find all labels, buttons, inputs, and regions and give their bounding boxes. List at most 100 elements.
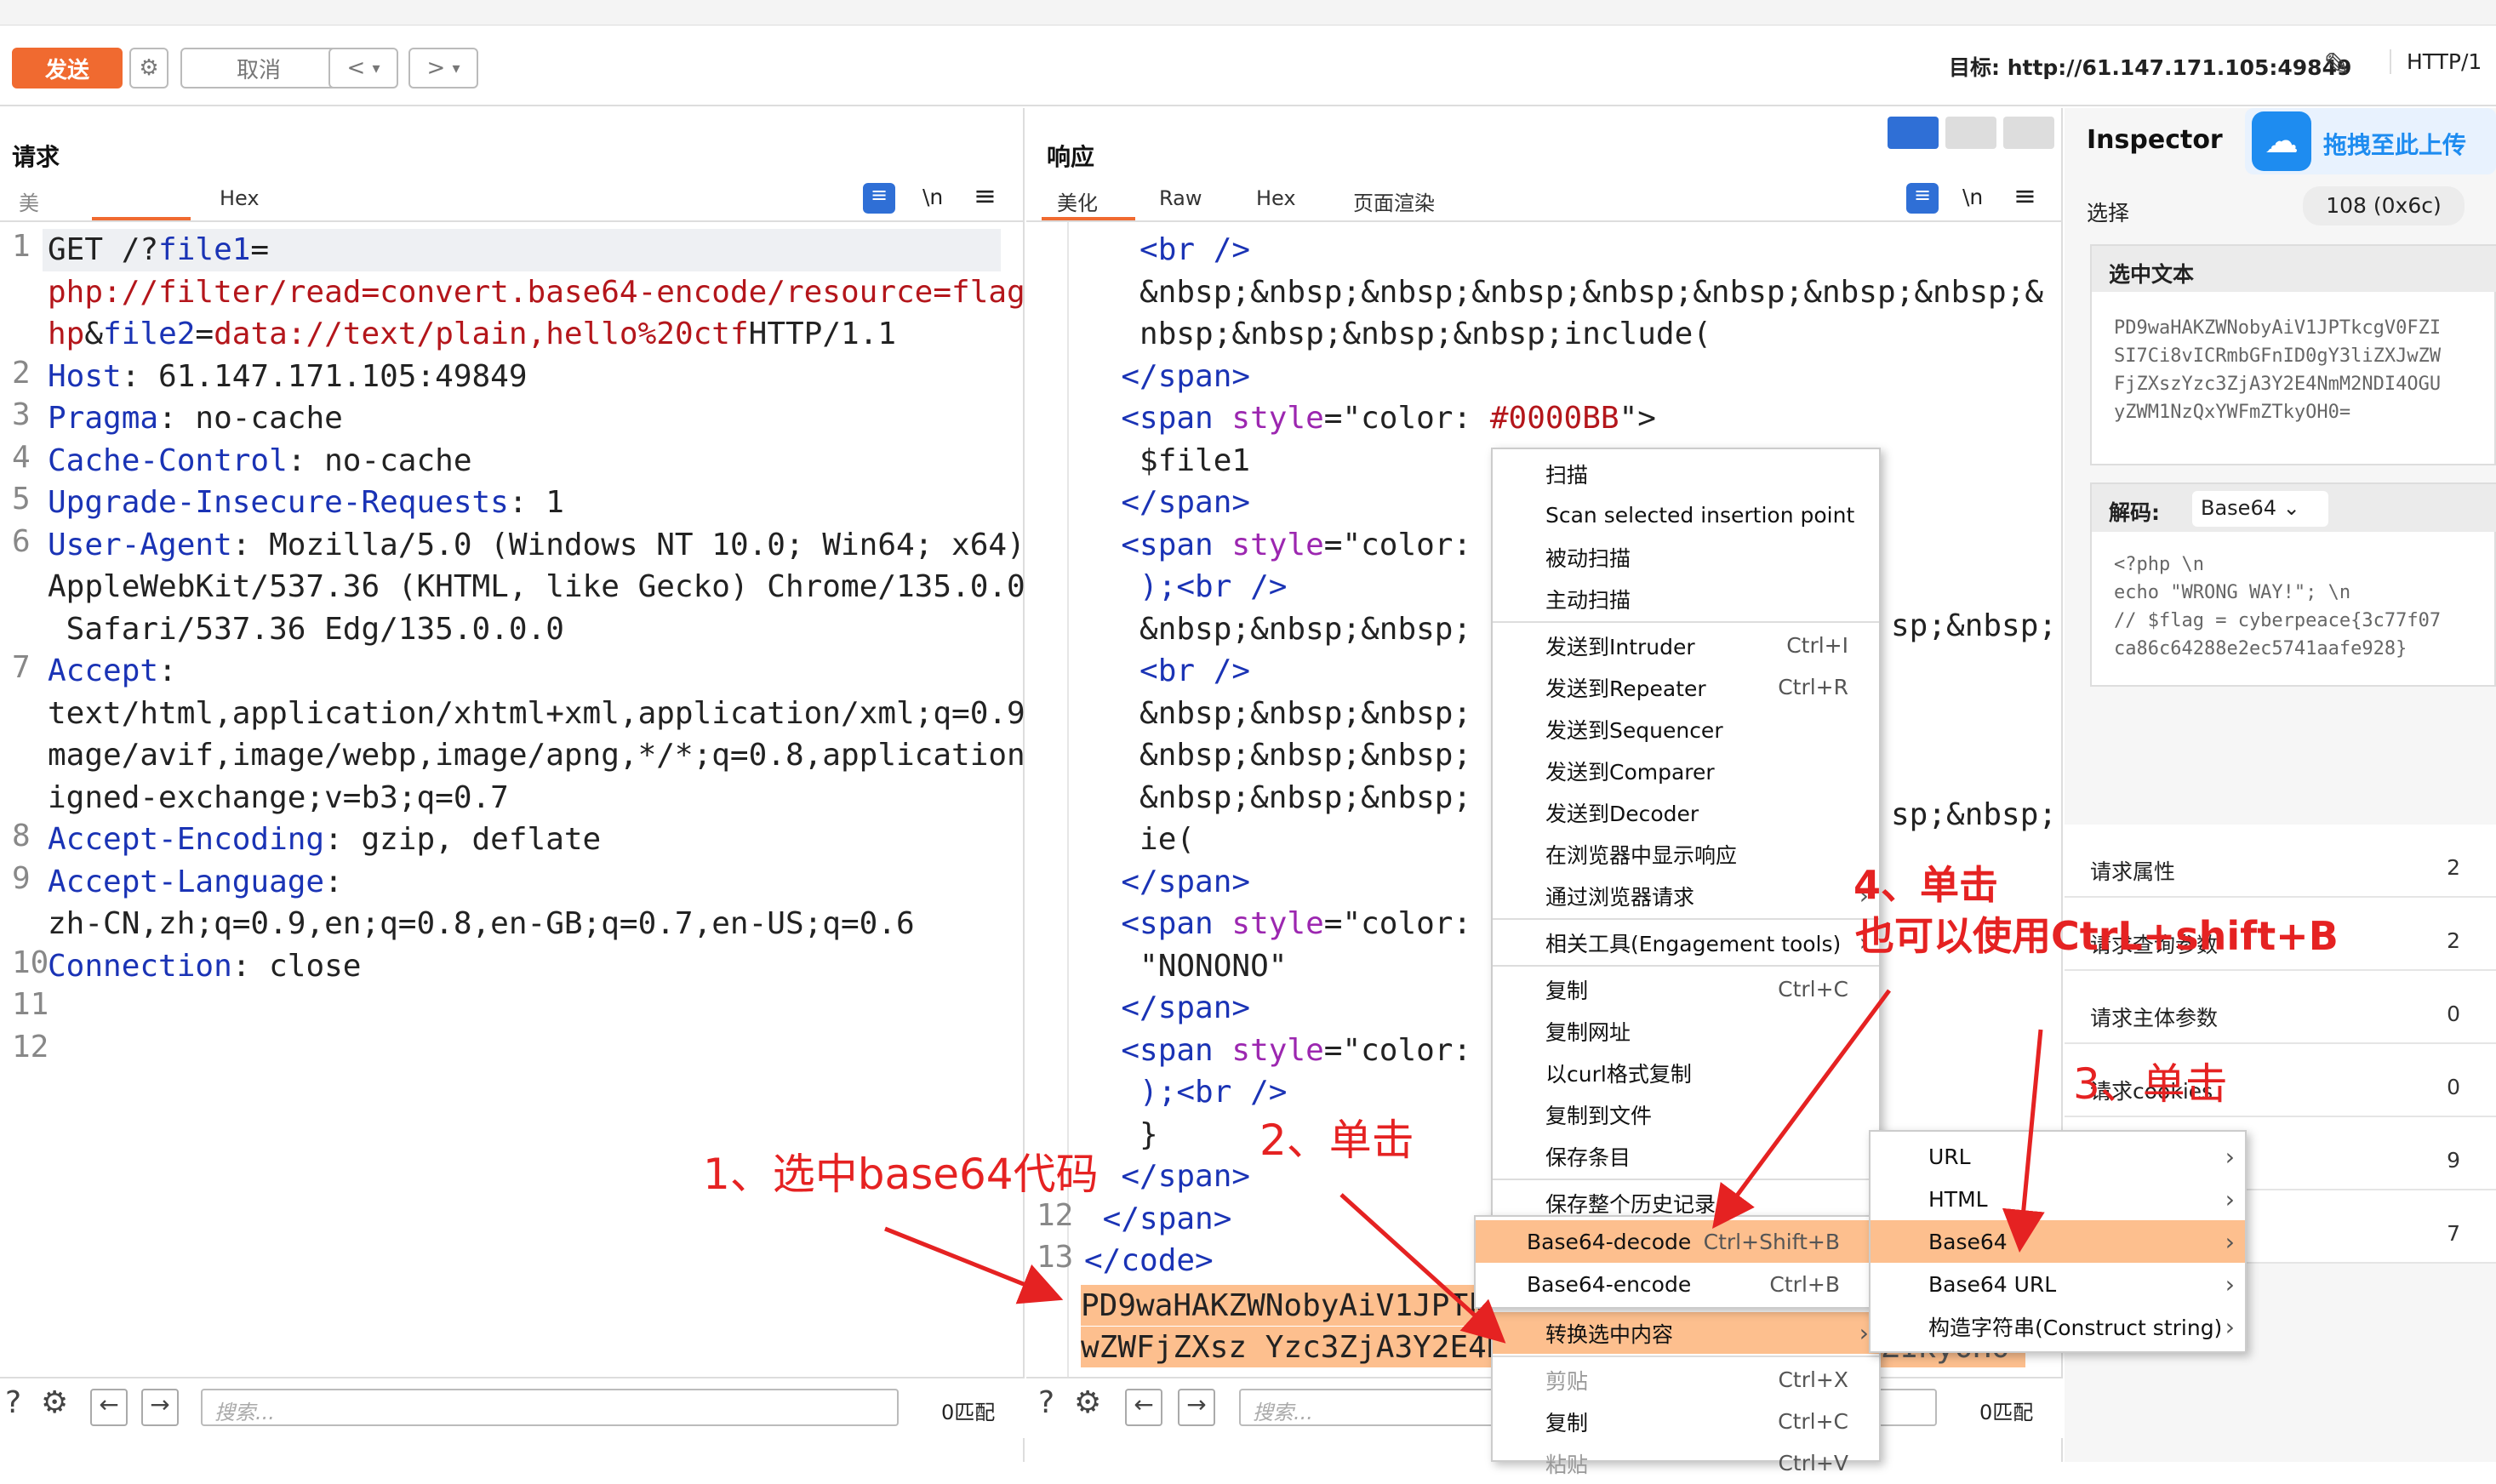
protocol-label[interactable]: HTTP/1 [2390, 49, 2492, 74]
prev-match-icon[interactable]: ← [1125, 1389, 1162, 1426]
line-number: 3 [12, 397, 31, 432]
line-number: 4 [12, 439, 31, 475]
inspector-row-count: 0 [2447, 1075, 2460, 1099]
menu-item[interactable]: 发送到Repeater Ctrl+R [1493, 666, 1879, 708]
gear-icon[interactable]: ⚙ [1074, 1385, 1101, 1420]
menu-item[interactable]: 粘贴 Ctrl+V [1493, 1442, 1879, 1484]
menu-item[interactable]: 复制网址 [1493, 1010, 1879, 1052]
menu-item[interactable]: 转换选中内容 › [1493, 1312, 1879, 1354]
decode-select[interactable]: Base64 ⌄ [2192, 491, 2328, 527]
code-token: Safari/537.36 Edg/135.0.0.0 [48, 611, 564, 647]
code-token: <span [1084, 1032, 1232, 1068]
code-token: ="color: [1323, 527, 1472, 562]
code-line: php://filter/read=convert.base64-encode/… [48, 271, 1043, 314]
code-token: </span> [1084, 1159, 1251, 1194]
code-line: );<br /> [1084, 566, 1287, 608]
menu-item[interactable]: 相关工具(Engagement tools) › [1493, 922, 1879, 963]
upload-widget[interactable]: ☁ 拖拽至此上传 [2245, 108, 2496, 174]
menu-item[interactable]: 主动扫描 [1493, 578, 1879, 619]
menu-item[interactable]: 发送到Sequencer [1493, 708, 1879, 750]
back-button[interactable]: < ▾ [328, 48, 398, 88]
newline-toggle[interactable]: \n [1962, 185, 1983, 209]
menu-item[interactable]: 复制到文件 [1493, 1093, 1879, 1135]
tab-hex[interactable]: Hex [1256, 186, 1296, 210]
menu-item[interactable]: Base64 URL › [1871, 1263, 2245, 1305]
gear-icon[interactable]: ⚙ [41, 1385, 68, 1420]
annotation-step3: 3、单击 [2073, 1059, 2228, 1109]
code-line: Accept-Language: [48, 861, 343, 904]
menu-item[interactable]: 复制 Ctrl+C [1493, 1401, 1879, 1442]
code-token: <span [1084, 527, 1232, 562]
selected-base64-line2[interactable]: wZWFjZXsz Yzc3ZjA3Y2E4Nm [1081, 1327, 1544, 1367]
menu-item[interactable]: Base64 › [1871, 1220, 2245, 1263]
code-line: $file1 [1084, 440, 1250, 482]
tab-pretty[interactable]: 美 [19, 186, 39, 216]
menu-item-shortcut: Ctrl+R [1778, 675, 1848, 699]
code-token: ="color: [1323, 401, 1490, 436]
menu-item[interactable]: 剪贴 Ctrl+X [1493, 1359, 1879, 1401]
next-match-icon[interactable]: → [1178, 1389, 1215, 1426]
wrap-icon[interactable]: ≡ [1906, 183, 1939, 214]
menu-item[interactable]: 发送到Intruder Ctrl+I [1493, 625, 1879, 666]
pencil-icon[interactable]: ✎ [2323, 46, 2350, 83]
menu-item[interactable]: 发送到Decoder [1493, 791, 1879, 833]
target-label: 目标: http://61.147.171.105:49849 [1949, 55, 2352, 80]
menu-item[interactable]: 通过浏览器请求 › [1493, 875, 1879, 916]
inspector-row[interactable]: 请求主体参数 0 [2065, 971, 2496, 1044]
match-count: 0匹配 [941, 1401, 996, 1424]
menu-item-label: 复制网址 [1545, 1019, 1631, 1045]
menu-item[interactable]: 发送到Comparer [1493, 750, 1879, 791]
help-icon[interactable]: ? [1038, 1385, 1054, 1420]
next-match-icon[interactable]: → [141, 1389, 179, 1426]
wrap-icon[interactable]: ≡ [863, 183, 895, 214]
decoded-content[interactable]: <?php \n echo "WRONG WAY!"; \n // $flag = … [2114, 551, 2441, 663]
gear-icon[interactable]: ⚙ [129, 48, 168, 88]
selected-text-line: PD9waHAKZWNobyAiV1JPTkcgV0FZI [2114, 317, 2442, 339]
inspector-row-count: 7 [2447, 1221, 2460, 1246]
menu-item[interactable]: 被动扫描 [1493, 536, 1879, 578]
inspector-row[interactable]: 请求属性 2 [2065, 825, 2496, 898]
help-icon[interactable]: ? [5, 1385, 21, 1420]
menu-item[interactable]: Scan selected insertion point [1493, 494, 1879, 536]
menu-icon[interactable]: ≡ [2013, 180, 2036, 212]
code-line: Connection: close [48, 945, 361, 988]
tab-pretty[interactable]: 美化 [1057, 186, 1098, 216]
send-button[interactable]: 发送 [12, 48, 123, 88]
layout-tabs-icon[interactable] [2003, 117, 2054, 149]
line-number: 13 [1037, 1240, 1074, 1275]
menu-item[interactable]: 构造字符串(Construct string) › [1871, 1305, 2245, 1348]
inspector-row-count: 0 [2447, 1002, 2460, 1026]
code-token: style [1231, 527, 1324, 562]
tab-render[interactable]: 页面渲染 [1353, 186, 1435, 216]
tab-raw[interactable]: Raw [1159, 186, 1202, 210]
search-input[interactable]: 搜索... [201, 1389, 899, 1426]
code-token: </span> [1084, 864, 1251, 899]
selected-text-content[interactable]: PD9waHAKZWNobyAiV1JPTkcgV0FZI SI7Ci8vICRm… [2114, 314, 2441, 426]
layout-horizontal-icon[interactable] [1945, 117, 1996, 149]
forward-button[interactable]: > ▾ [408, 48, 478, 88]
chevron-right-icon: › [2225, 1142, 2235, 1171]
code-line: Host: 61.147.171.105:49849 [48, 356, 528, 398]
chevron-right-icon: › [2225, 1184, 2235, 1213]
menu-item-label: 扫描 [1545, 462, 1589, 488]
menu-item[interactable]: URL › [1871, 1135, 2245, 1178]
newline-toggle[interactable]: \n [922, 185, 943, 209]
menu-item[interactable]: 在浏览器中显示响应 [1493, 833, 1879, 875]
cancel-button[interactable]: 取消 [180, 48, 337, 88]
menu-item[interactable]: 扫描 [1493, 453, 1879, 494]
menu-item[interactable]: Base64-encode Ctrl+B [1476, 1263, 1871, 1305]
menu-item[interactable]: 保存条目 [1493, 1135, 1879, 1177]
prev-match-icon[interactable]: ← [90, 1389, 128, 1426]
request-panel: 请求 美 Hex ≡ \n ≡ 1 GET /?file1= php://filte… [0, 108, 1062, 1462]
code-line: </span> [1084, 861, 1250, 904]
inspector-row-label: 请求主体参数 [2090, 1006, 2219, 1030]
menu-item[interactable]: HTML › [1871, 1178, 2245, 1220]
menu-item[interactable]: Base64-decode Ctrl+Shift+B [1476, 1220, 1871, 1263]
layout-split-icon[interactable] [1888, 117, 1939, 149]
menu-item-label: Base64-decode [1527, 1229, 1692, 1254]
code-token: data://text/plain,hello%20ctf [214, 317, 749, 351]
menu-icon[interactable]: ≡ [974, 180, 997, 212]
menu-item[interactable]: 以curl格式复制 [1493, 1052, 1879, 1093]
tab-hex[interactable]: Hex [220, 186, 260, 210]
menu-item[interactable]: 复制 Ctrl+C [1493, 968, 1879, 1010]
